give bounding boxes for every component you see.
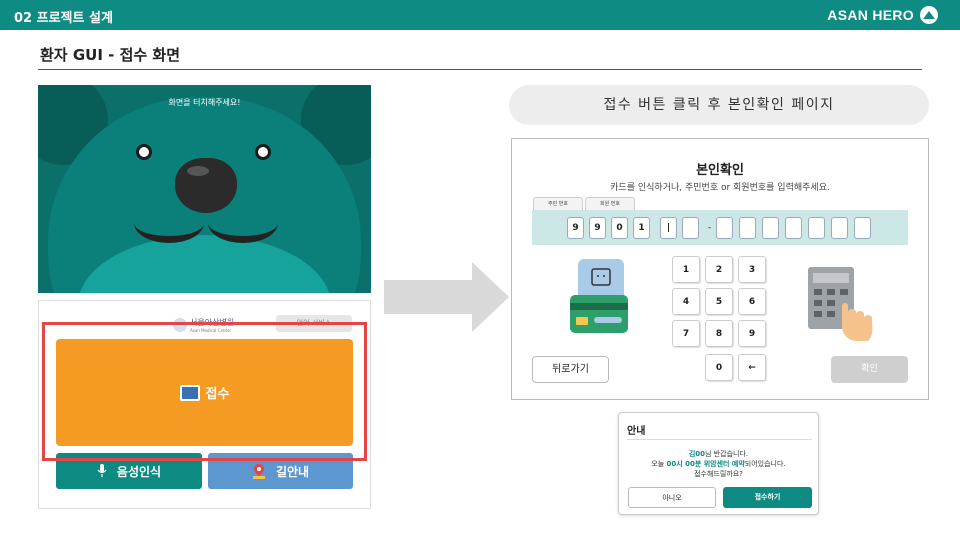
digit-box <box>785 217 802 239</box>
digit-box <box>762 217 779 239</box>
appointment-prefix: 오늘 <box>651 460 667 468</box>
digit-box <box>808 217 825 239</box>
highlight-box <box>42 322 367 461</box>
dialog-greeting: 김00님 반갑습니다. <box>619 449 818 459</box>
id-separator: - <box>708 223 712 233</box>
bear-eye-left <box>136 144 152 160</box>
touch-message: 화면을 터치해주세요! <box>168 98 241 107</box>
microphone-icon <box>97 464 107 477</box>
patient-name: 김00 <box>688 450 706 458</box>
digit-box <box>831 217 848 239</box>
dialog-no-button[interactable]: 아니오 <box>628 487 716 508</box>
step-caption: 접수 버튼 클릭 후 본인확인 페이지 <box>509 85 929 125</box>
back-button[interactable]: 뒤로가기 <box>532 356 609 383</box>
dialog-divider <box>627 439 812 440</box>
keypad-5[interactable]: 5 <box>705 288 733 315</box>
digit-box: 0 <box>611 217 628 239</box>
digit-box <box>682 217 699 239</box>
keypad-4[interactable]: 4 <box>672 288 700 315</box>
brand-name: ASAN HERO <box>827 7 914 23</box>
verify-subtitle: 카드를 인식하거나, 주민번호 or 회원번호를 입력해주세요. <box>610 183 830 193</box>
dialog-question: 접수해드릴까요? <box>694 470 743 478</box>
confirm-button[interactable]: 확인 <box>831 356 908 383</box>
digit-box <box>739 217 756 239</box>
section-title: 02 프로젝트 설계 <box>14 11 113 26</box>
voice-label: 음성인식 <box>116 464 162 479</box>
keypad-3[interactable]: 3 <box>738 256 766 283</box>
notice-dialog: 안내 김00님 반갑습니다. 오늘 00시 00분 위암센터 예약되어있습니다.… <box>618 412 819 515</box>
brand-logo-icon <box>920 6 938 24</box>
appointment-detail: 00시 00분 위암센터 예약 <box>666 460 745 468</box>
wayfinding-label: 길안내 <box>275 464 310 479</box>
tab-member-number[interactable]: 회원 번호 <box>585 197 635 210</box>
digit-box: 1 <box>633 217 650 239</box>
greeting-text: 님 반갑습니다. <box>705 450 749 458</box>
card-scan-icon <box>570 259 628 333</box>
keypad-7[interactable]: 7 <box>672 320 700 347</box>
keypad-9[interactable]: 9 <box>738 320 766 347</box>
digit-box <box>716 217 733 239</box>
tab-resident-number[interactable]: 주민 번호 <box>533 197 583 210</box>
bear-eye-right <box>255 144 271 160</box>
identity-verification-screen: 본인확인 카드를 인식하거나, 주민번호 or 회원번호를 입력해주세요. 주민… <box>511 138 929 400</box>
bear-mouth-right <box>208 203 278 243</box>
arrow-right-icon <box>384 262 509 332</box>
keypad-1[interactable]: 1 <box>672 256 700 283</box>
top-bar: 02 프로젝트 설계 ASAN HERO <box>0 0 960 30</box>
keypad-2[interactable]: 2 <box>705 256 733 283</box>
verify-title: 본인확인 <box>696 163 744 178</box>
dialog-title: 안내 <box>627 426 646 437</box>
digit-box: 9 <box>567 217 584 239</box>
keypad-8[interactable]: 8 <box>705 320 733 347</box>
appointment-suffix: 되어있습니다. <box>744 460 786 468</box>
title-divider <box>38 69 922 70</box>
keypad-6[interactable]: 6 <box>738 288 766 315</box>
bear-mouth-left <box>134 203 204 243</box>
map-pin-icon <box>252 464 265 479</box>
dialog-appointment-line: 오늘 00시 00분 위암센터 예약되어있습니다. <box>619 459 818 469</box>
keypad-backspace[interactable]: ← <box>738 354 766 381</box>
page-title: 환자 GUI - 접수 화면 <box>40 46 180 64</box>
digit-box: | <box>660 217 677 239</box>
brand: ASAN HERO <box>827 6 938 24</box>
idle-screen[interactable]: 화면을 터치해주세요! <box>38 85 371 293</box>
dialog-accept-button[interactable]: 접수하기 <box>723 487 812 508</box>
digit-box: 9 <box>589 217 606 239</box>
keypad-0[interactable]: 0 <box>705 354 733 381</box>
keypad-touch-icon <box>808 267 873 341</box>
digit-box <box>854 217 871 239</box>
